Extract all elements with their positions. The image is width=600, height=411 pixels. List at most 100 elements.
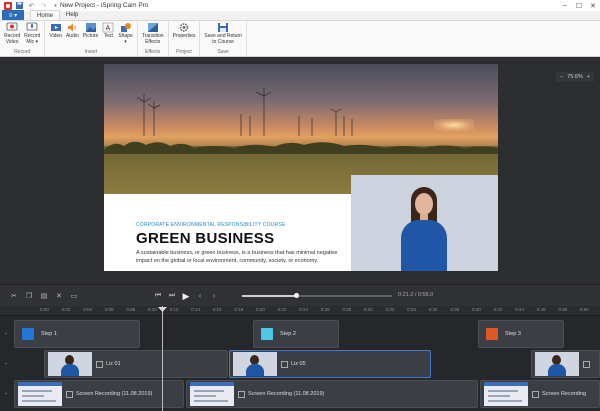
progress-fill (242, 295, 297, 297)
track-lock-icon[interactable]: ▪ (0, 350, 12, 378)
tab-home[interactable]: Home (30, 10, 61, 20)
playhead[interactable] (162, 306, 163, 411)
ruler-tick: 0:06 (104, 307, 114, 312)
slide-headline: GREEN BUSINESS (136, 230, 275, 247)
group-insert: Video Audio Picture A Text Shape ▾ Inser… (45, 21, 138, 56)
save-and-return-button[interactable]: Save and Return to Course (202, 21, 244, 48)
recording-label: Screen Recording (542, 391, 587, 397)
insert-video-button[interactable]: Video (47, 21, 64, 48)
presenter-video[interactable] (351, 175, 498, 271)
editing-stage: − 75.6% + CORPORATE ENVIRONMENTAL RESPON… (0, 58, 600, 284)
split-icon[interactable]: ✕ (53, 290, 65, 302)
insert-picture-label: Picture (82, 33, 99, 39)
properties-button[interactable]: Properties (171, 21, 198, 48)
presenter-body (401, 220, 447, 271)
ruler-tick: 0:10 (148, 307, 157, 312)
insert-shape-label: Shape ▾ (118, 33, 133, 45)
maximize-button[interactable]: ☐ (572, 0, 586, 11)
recording-clip-icon (238, 390, 245, 398)
crop-icon[interactable]: ▭ (68, 290, 80, 302)
video-clip-icon (96, 360, 103, 368)
ruler-tick: 0:32 (385, 307, 395, 312)
video-clip[interactable] (531, 350, 600, 378)
record-mic-button[interactable]: Record Mic ▾ (22, 21, 42, 48)
step-label: Step 2 (280, 331, 296, 337)
transition-effects-button[interactable]: Transition Effects (140, 21, 166, 48)
zoom-out-button[interactable]: − (560, 74, 563, 80)
svg-text:A: A (106, 25, 111, 32)
recording-clip[interactable]: Screen Recording (480, 380, 600, 408)
ruler-tick: 0:30 (364, 307, 373, 312)
redo-icon[interactable]: ↷ (39, 1, 48, 10)
video-clip[interactable]: Liz 01 (44, 350, 228, 378)
next-frame-icon[interactable]: › (208, 290, 220, 302)
copy-icon[interactable]: ❐ (23, 290, 35, 302)
step-clip[interactable]: Step 3 (478, 320, 564, 348)
treeline (104, 141, 498, 154)
customize-quickaccess-icon[interactable]: ▾ (51, 1, 60, 10)
group-effects: Transition Effects Effects (138, 21, 169, 56)
record-mic-icon (26, 22, 38, 33)
ruler-tick: 0:26 (320, 307, 330, 312)
clip-thumbnail (48, 352, 92, 376)
group-project: Properties Project (169, 21, 201, 56)
file-menu-button[interactable]: ≡ ▾ (2, 10, 24, 20)
zoom-in-button[interactable]: + (587, 74, 590, 80)
save-quick-icon[interactable] (15, 1, 24, 10)
insert-text-label: Text (103, 33, 113, 39)
audio-icon (66, 22, 78, 33)
playback-time: 0:21.2 / 0:58.0 (398, 292, 434, 298)
record-video-button[interactable]: Record Video (2, 21, 22, 48)
timeline-ruler[interactable]: 0:00 0:02 0:04 0:06 0:08 0:10 0:12 0:14 0:16 0:18… (0, 306, 600, 316)
insert-picture-button[interactable]: Picture (81, 21, 101, 48)
playback-progress[interactable] (242, 293, 392, 298)
slide-description: A sustainable business, or green busines… (136, 250, 338, 264)
timeline[interactable]: 0:00 0:02 0:04 0:06 0:08 0:10 0:12 0:14 0:16 0:18… (0, 306, 600, 411)
ruler-tick: 0:22 (277, 307, 287, 312)
transition-effects-label: Transition Effects (141, 33, 164, 45)
text-icon: A (102, 22, 114, 33)
recording-clip[interactable]: Screen Recording (11.08.2019) (186, 380, 478, 408)
minimize-button[interactable]: – (558, 0, 572, 11)
ruler-tick: 0:28 (342, 307, 352, 312)
step-clip[interactable]: Step 1 (14, 320, 140, 348)
undo-icon[interactable]: ↶ (27, 1, 36, 10)
step-label: Step 1 (41, 331, 57, 337)
skip-back-icon[interactable]: ⏮ (152, 290, 164, 302)
video-clip[interactable]: Liz 05 (229, 350, 431, 378)
ribbon-tabs: ≡ ▾ Home Help (0, 10, 600, 21)
clip-label: Liz 01 (106, 361, 121, 367)
recording-clip[interactable]: Screen Recording (11.08.2019) (14, 380, 184, 408)
step-clip[interactable]: Step 2 (253, 320, 339, 348)
ruler-tick: 0:20 (256, 307, 265, 312)
insert-shape-button[interactable]: Shape ▾ (116, 21, 134, 48)
zoom-level[interactable]: 75.6% (567, 74, 583, 80)
video-clip-icon (281, 360, 288, 368)
group-label-save: Save (217, 49, 229, 55)
zoom-control: − 75.6% + (555, 72, 594, 82)
group-label-record: Record (14, 49, 31, 55)
play-icon[interactable]: ▶ (180, 290, 192, 302)
wind-turbines (136, 88, 353, 136)
paste-icon[interactable]: ▤ (38, 290, 50, 302)
track-lock-icon[interactable]: ▪ (0, 380, 12, 408)
progress-knob[interactable] (294, 293, 300, 298)
insert-text-button[interactable]: A Text (100, 21, 116, 48)
record-video-label: Record Video (4, 33, 21, 45)
clip-label: Liz 05 (291, 361, 306, 367)
cut-icon[interactable]: ✂ (8, 290, 20, 302)
group-save: Save and Return to Course Save (200, 21, 247, 56)
ruler-tick: 0:40 (472, 307, 481, 312)
slide-canvas[interactable]: CORPORATE ENVIRONMENTAL RESPONSIBILITY C… (104, 64, 498, 271)
skip-forward-icon[interactable]: ⏭ (166, 290, 178, 302)
save-icon (217, 22, 229, 33)
close-button[interactable]: ✕ (586, 0, 600, 11)
ruler-tick: 0:08 (126, 307, 136, 312)
prev-frame-icon[interactable]: ‹ (194, 290, 206, 302)
recording-label: Screen Recording (11.08.2019) (76, 391, 153, 397)
slide-kicker: CORPORATE ENVIRONMENTAL RESPONSIBILITY C… (136, 222, 286, 228)
tab-help[interactable]: Help (60, 10, 84, 20)
gear-icon (178, 22, 190, 33)
track-lock-icon[interactable]: ▪ (0, 320, 12, 348)
insert-audio-button[interactable]: Audio (64, 21, 81, 48)
